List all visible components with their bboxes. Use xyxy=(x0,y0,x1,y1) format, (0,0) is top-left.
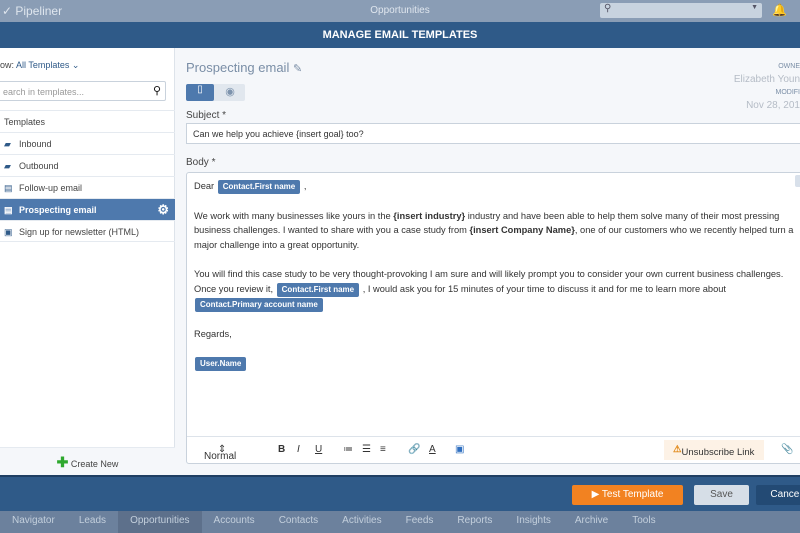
body-label: Body * xyxy=(186,157,216,168)
test-label: Test Template xyxy=(601,489,664,500)
item-label: Prospecting email xyxy=(19,205,97,215)
nav-tab-tools[interactable]: Tools xyxy=(620,511,667,533)
template-list: Templates ▰ Inbound ▰ Outbound ▤ Follow-up … xyxy=(0,110,175,242)
editor-panel: Prospecting email ✎ ▯ ◉ OWNE Elizabeth Y… xyxy=(176,48,800,475)
subject-input[interactable]: Can we help you achieve {insert goal} to… xyxy=(186,123,800,144)
bold-button[interactable]: B xyxy=(278,444,285,455)
body-editor[interactable]: + Dear Contact.First name , We work with… xyxy=(186,172,800,464)
global-search[interactable]: ⚲ ▼ xyxy=(600,3,762,18)
nav-tab-navigator[interactable]: Navigator xyxy=(0,511,67,533)
document-icon: ▤ xyxy=(4,205,13,215)
folder-outbound[interactable]: ▰ Outbound xyxy=(0,154,175,176)
nav-tab-opportunities[interactable]: Opportunities xyxy=(118,511,202,533)
placeholder-industry: {insert industry} xyxy=(393,210,466,221)
view-toggle: ▯ ◉ xyxy=(186,84,245,101)
document-icon: ▤ xyxy=(4,183,13,193)
show-value: All Templates xyxy=(16,60,70,70)
regards: Regards, xyxy=(194,328,232,339)
folder-inbound[interactable]: ▰ Inbound xyxy=(0,132,175,154)
body-text: We work with many businesses like yours … xyxy=(194,210,391,221)
image-icon[interactable]: ▣ xyxy=(455,444,464,455)
template-follow-up[interactable]: ▤ Follow-up email xyxy=(0,176,175,198)
test-template-button[interactable]: ▶ Test Template xyxy=(572,485,683,505)
create-new-label: Create New xyxy=(70,459,119,469)
template-name[interactable]: Prospecting email ✎ xyxy=(186,60,302,75)
merge-field-tag[interactable]: Contact.Primary account name xyxy=(195,298,323,313)
unsubscribe-link-button[interactable]: ⚠ Unsubscribe Link xyxy=(664,440,764,460)
folder-icon: ▰ xyxy=(4,139,11,149)
edit-tab-document-icon[interactable]: ▯ xyxy=(186,84,214,101)
ordered-list-icon[interactable]: ≔ xyxy=(343,444,353,455)
nav-tab-insights[interactable]: Insights xyxy=(504,511,562,533)
footer-bar: ▶ Test Template Save Cancel xyxy=(0,475,800,511)
bell-icon[interactable]: 🔔 xyxy=(772,3,787,17)
warning-icon: ⚠ xyxy=(673,444,682,455)
merge-field-tag[interactable]: Contact.First name xyxy=(276,283,360,298)
template-search-input[interactable]: earch in templates... ⚲ xyxy=(0,81,166,101)
owner-label: OWNE xyxy=(778,63,800,70)
format-select[interactable]: Normal ⇕ xyxy=(204,444,236,462)
nav-tab-accounts[interactable]: Accounts xyxy=(202,511,267,533)
subject-label: Subject * xyxy=(186,110,227,121)
greeting: Dear xyxy=(194,181,215,191)
nav-tab-contacts[interactable]: Contacts xyxy=(267,511,330,533)
search-placeholder: earch in templates... xyxy=(3,87,85,97)
editor-toolbar: Normal ⇕ B I U ≔ ☰ ≡ 🔗 A ▣ ⚠ Unsubscribe… xyxy=(187,436,800,463)
italic-button[interactable]: I xyxy=(297,444,300,455)
merge-field-tag[interactable]: User.Name xyxy=(195,357,247,372)
merge-field-tag[interactable]: Contact.First name xyxy=(217,180,301,194)
template-title: Prospecting email xyxy=(186,60,290,75)
bottom-nav: Navigator Leads Opportunities Accounts Conta… xyxy=(0,511,800,533)
create-new-button[interactable]: ✚ Create New xyxy=(0,447,175,475)
nav-tab-leads[interactable]: Leads xyxy=(67,511,118,533)
save-button[interactable]: Save xyxy=(694,485,749,505)
placeholder-company: {insert Company Name} xyxy=(469,225,575,236)
pencil-icon[interactable]: ✎ xyxy=(293,63,302,75)
underline-button[interactable]: U xyxy=(315,444,322,455)
dropdown-icon: ▼ xyxy=(751,4,758,11)
bullet-list-icon[interactable]: ☰ xyxy=(362,444,371,455)
align-icon[interactable]: ≡ xyxy=(380,444,386,455)
nav-tab-reports[interactable]: Reports xyxy=(445,511,504,533)
item-label: Outbound xyxy=(19,161,59,171)
text-color-icon[interactable]: A xyxy=(429,444,436,455)
sidebar: ow: All Templates ⌄ earch in templates..… xyxy=(0,48,175,475)
format-value: Normal xyxy=(204,451,237,462)
modified-label: MODIFI xyxy=(775,89,800,96)
paperclip-icon[interactable]: 📎 xyxy=(781,444,793,455)
body-text: , I would ask you for 15 minutes of your… xyxy=(362,284,726,295)
html-icon: ▣ xyxy=(4,227,13,237)
body-content[interactable]: Dear Contact.First name , We work with m… xyxy=(187,173,800,392)
insert-field-icon[interactable]: + xyxy=(795,175,800,187)
item-label: Templates xyxy=(4,117,46,127)
unsubscribe-label: Unsubscribe Link xyxy=(681,447,755,458)
plus-icon: ✚ xyxy=(56,454,69,470)
template-prospecting[interactable]: ▤ Prospecting email ⚙ xyxy=(0,198,175,220)
nav-tab-feeds[interactable]: Feeds xyxy=(394,511,446,533)
page-header: MANAGE EMAIL TEMPLATES xyxy=(0,22,800,48)
item-label: Follow-up email xyxy=(19,183,83,193)
nav-tab-activities[interactable]: Activities xyxy=(330,511,393,533)
item-label: Sign up for newsletter (HTML) xyxy=(19,227,140,237)
gear-icon[interactable]: ⚙ xyxy=(157,199,169,221)
show-filter[interactable]: ow: All Templates ⌄ xyxy=(0,60,79,71)
owner-value: Elizabeth Youn xyxy=(733,74,800,85)
show-label: ow: xyxy=(0,60,15,70)
chevron-down-icon: ⌄ xyxy=(71,60,80,70)
search-icon: ⚲ xyxy=(604,3,612,14)
play-icon: ▶ xyxy=(591,489,600,500)
search-icon[interactable]: ⚲ xyxy=(153,84,161,97)
preview-tab-eye-icon[interactable]: ◉ xyxy=(216,85,244,98)
template-meta: OWNE Elizabeth Youn MODIFI Nov 28, 201 xyxy=(734,60,800,112)
item-label: Inbound xyxy=(19,139,52,149)
tree-root-templates[interactable]: Templates xyxy=(0,110,175,132)
nav-tab-archive[interactable]: Archive xyxy=(563,511,620,533)
modified-value: Nov 28, 201 xyxy=(746,100,800,111)
link-icon[interactable]: 🔗 xyxy=(408,444,420,455)
template-newsletter[interactable]: ▣ Sign up for newsletter (HTML) xyxy=(0,220,175,242)
cancel-button[interactable]: Cancel xyxy=(756,485,800,505)
comma: , xyxy=(303,181,307,191)
top-bar: ✓ Pipeliner Opportunities ⚲ ▼ 🔔 xyxy=(0,0,800,22)
folder-icon: ▰ xyxy=(4,161,11,171)
